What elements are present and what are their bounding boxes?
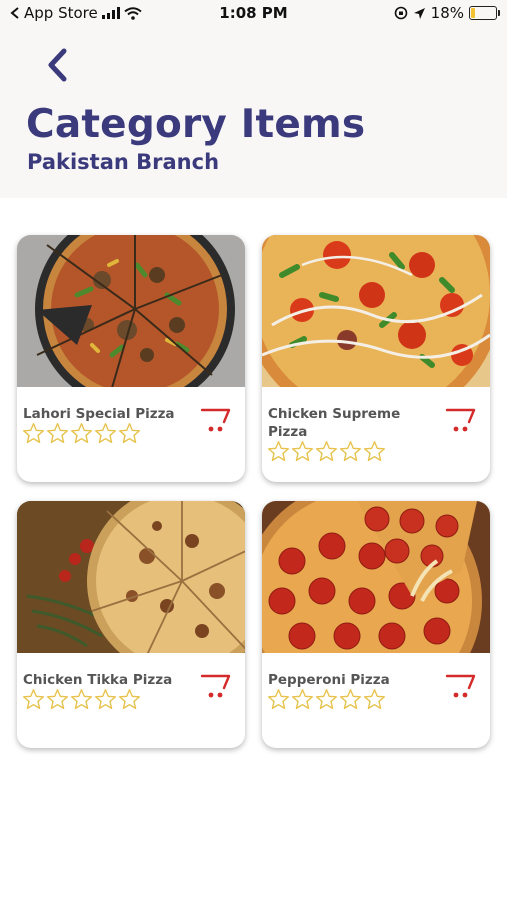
- page-title: Category Items: [26, 102, 366, 147]
- rating-stars[interactable]: [22, 422, 141, 445]
- star-icon[interactable]: [22, 422, 45, 445]
- star-icon[interactable]: [363, 440, 386, 463]
- cart-icon: [445, 674, 476, 698]
- status-right: 18%: [394, 4, 500, 22]
- battery-percent: 18%: [430, 4, 464, 22]
- add-to-cart-button[interactable]: [199, 405, 235, 435]
- pizza-image: [17, 501, 245, 653]
- location-icon: [413, 7, 425, 19]
- star-icon[interactable]: [70, 688, 93, 711]
- product-card[interactable]: Lahori Special Pizza: [17, 235, 245, 482]
- star-icon[interactable]: [94, 422, 117, 445]
- star-icon[interactable]: [22, 688, 45, 711]
- star-icon[interactable]: [291, 440, 314, 463]
- star-icon[interactable]: [267, 440, 290, 463]
- star-icon[interactable]: [291, 688, 314, 711]
- status-bar: App Store 1:08 PM 18%: [0, 0, 507, 30]
- product-card[interactable]: Chicken Supreme Pizza: [262, 235, 490, 482]
- rating-stars[interactable]: [267, 688, 386, 711]
- star-icon[interactable]: [339, 688, 362, 711]
- item-name: Lahori Special Pizza: [23, 406, 175, 422]
- star-icon[interactable]: [315, 440, 338, 463]
- rating-stars[interactable]: [267, 440, 386, 463]
- cart-icon: [200, 408, 231, 432]
- pizza-image: [262, 501, 490, 653]
- star-icon[interactable]: [70, 422, 93, 445]
- battery-level: [471, 8, 475, 18]
- product-card[interactable]: Chicken Tikka Pizza: [17, 501, 245, 748]
- star-icon[interactable]: [267, 688, 290, 711]
- orientation-lock-icon: [394, 6, 407, 20]
- item-name: Pepperoni Pizza: [268, 672, 390, 688]
- star-icon[interactable]: [46, 688, 69, 711]
- pizza-image: [17, 235, 245, 387]
- add-to-cart-button[interactable]: [444, 671, 480, 701]
- add-to-cart-button[interactable]: [444, 405, 480, 435]
- star-icon[interactable]: [118, 422, 141, 445]
- cart-icon: [445, 408, 476, 432]
- star-icon[interactable]: [339, 440, 362, 463]
- item-name: Chicken Supreme Pizza: [268, 406, 401, 440]
- pizza-image: [262, 235, 490, 387]
- star-icon[interactable]: [315, 688, 338, 711]
- battery-icon: [469, 6, 500, 20]
- product-card[interactable]: Pepperoni Pizza: [262, 501, 490, 748]
- star-icon[interactable]: [94, 688, 117, 711]
- cart-icon: [200, 674, 231, 698]
- star-icon[interactable]: [118, 688, 141, 711]
- page-subtitle: Pakistan Branch: [27, 150, 220, 174]
- chevron-left-icon: [48, 48, 67, 82]
- rating-stars[interactable]: [22, 688, 141, 711]
- add-to-cart-button[interactable]: [199, 671, 235, 701]
- star-icon[interactable]: [46, 422, 69, 445]
- item-name: Chicken Tikka Pizza: [23, 672, 173, 688]
- back-button[interactable]: [40, 45, 76, 85]
- star-icon[interactable]: [363, 688, 386, 711]
